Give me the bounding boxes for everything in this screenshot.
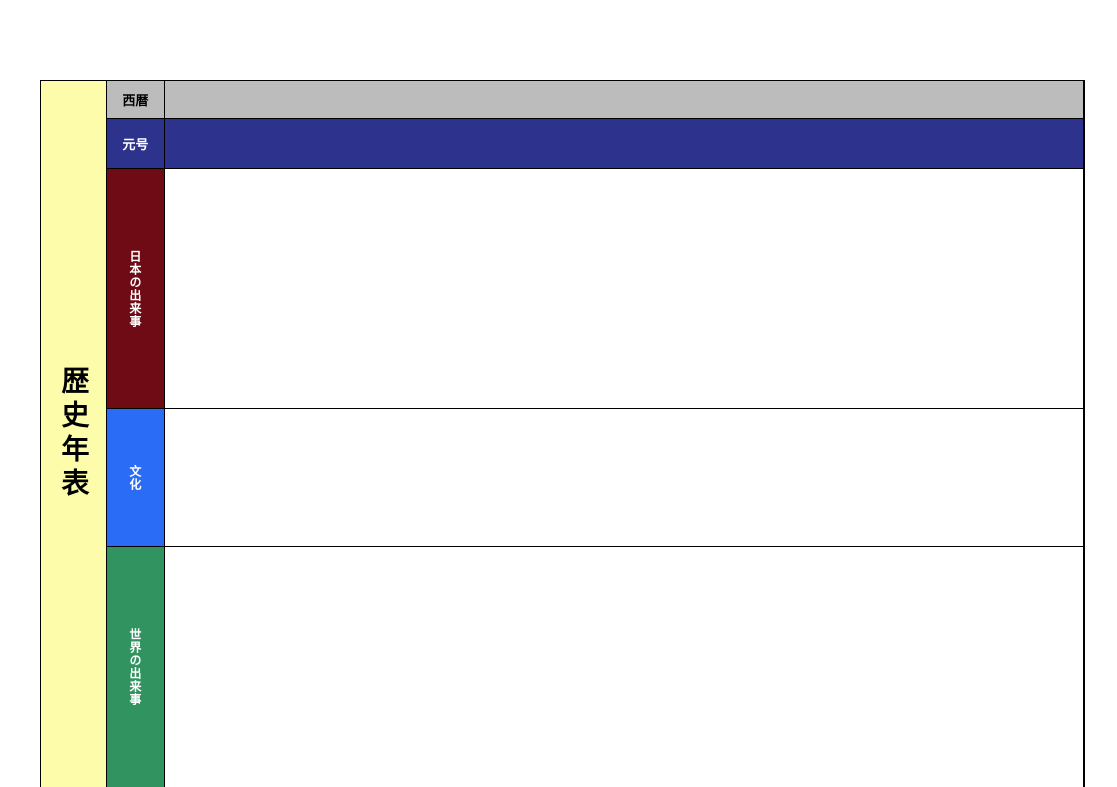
content-japan-events [165,169,1084,408]
label-era: 元号 [107,119,165,168]
content-world-events [165,547,1084,787]
row-era: 元号 [107,119,1084,169]
label-japan-events: 日本の出来事 [107,169,165,408]
row-western-year: 西暦 [107,81,1084,119]
title-column: 歴史年表 [41,81,107,787]
label-culture: 文化 [107,409,165,546]
content-era [165,119,1084,168]
table-title: 歴史年表 [54,366,94,502]
row-world-events: 世界の出来事 [107,547,1084,787]
row-japan-events: 日本の出来事 [107,169,1084,409]
timeline-table: 歴史年表 西暦 元号 日本の出来事 文化 [40,80,1085,787]
label-world-events: 世界の出来事 [107,547,165,787]
label-western-year: 西暦 [107,81,165,118]
row-culture: 文化 [107,409,1084,547]
rows-column: 西暦 元号 日本の出来事 文化 世界の出来事 [107,81,1084,787]
content-culture [165,409,1084,546]
content-western-year [165,81,1084,118]
